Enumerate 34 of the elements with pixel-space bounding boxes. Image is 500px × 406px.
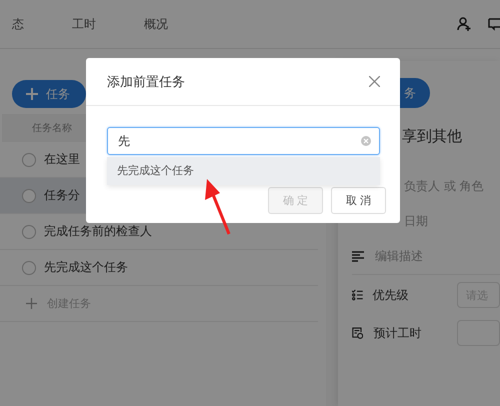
- task-title[interactable]: 任务分: [44, 187, 80, 204]
- clock-document-icon: [352, 326, 364, 340]
- add-task-button[interactable]: 任务: [12, 80, 86, 108]
- task-row[interactable]: 先完成这个任务: [0, 250, 318, 286]
- close-icon[interactable]: [369, 76, 380, 87]
- date-hint[interactable]: 日期: [404, 213, 428, 230]
- column-header: 任务名称: [32, 122, 72, 135]
- plus-icon: [26, 88, 38, 100]
- checkbox-circle[interactable]: [22, 224, 36, 238]
- text-lines-icon: [352, 251, 365, 262]
- nav-tab[interactable]: 概况: [144, 16, 168, 32]
- task-title[interactable]: 在这里: [44, 151, 80, 168]
- list-icon: [352, 289, 363, 301]
- chat-icon[interactable]: [488, 16, 500, 32]
- checkbox-circle[interactable]: [22, 152, 36, 166]
- dialog-title: 添加前置任务: [107, 74, 185, 90]
- nav-tab[interactable]: 态: [12, 16, 24, 32]
- description-hint[interactable]: 编辑描述: [375, 248, 423, 265]
- suggestion-item[interactable]: 先完成这个任务: [107, 157, 380, 185]
- nav-tab[interactable]: 工时: [72, 16, 96, 32]
- task-title: 享到其他: [402, 127, 462, 145]
- field-label: 预计工时: [373, 324, 422, 342]
- cancel-button[interactable]: 取 消: [331, 187, 386, 214]
- annotation-arrow: [203, 178, 233, 236]
- task-title[interactable]: 完成任务前的检查人: [44, 223, 152, 240]
- assignee-hint[interactable]: 负责人 或 角色: [404, 178, 484, 195]
- checkbox-circle[interactable]: [22, 188, 36, 202]
- search-field[interactable]: 先: [107, 127, 380, 155]
- clear-icon[interactable]: [361, 136, 371, 146]
- field-label: 优先级: [372, 286, 410, 304]
- add-user-icon[interactable]: [456, 16, 472, 32]
- plus-icon: [26, 298, 37, 309]
- task-title[interactable]: 先完成这个任务: [44, 259, 128, 276]
- checkbox-circle[interactable]: [22, 260, 36, 274]
